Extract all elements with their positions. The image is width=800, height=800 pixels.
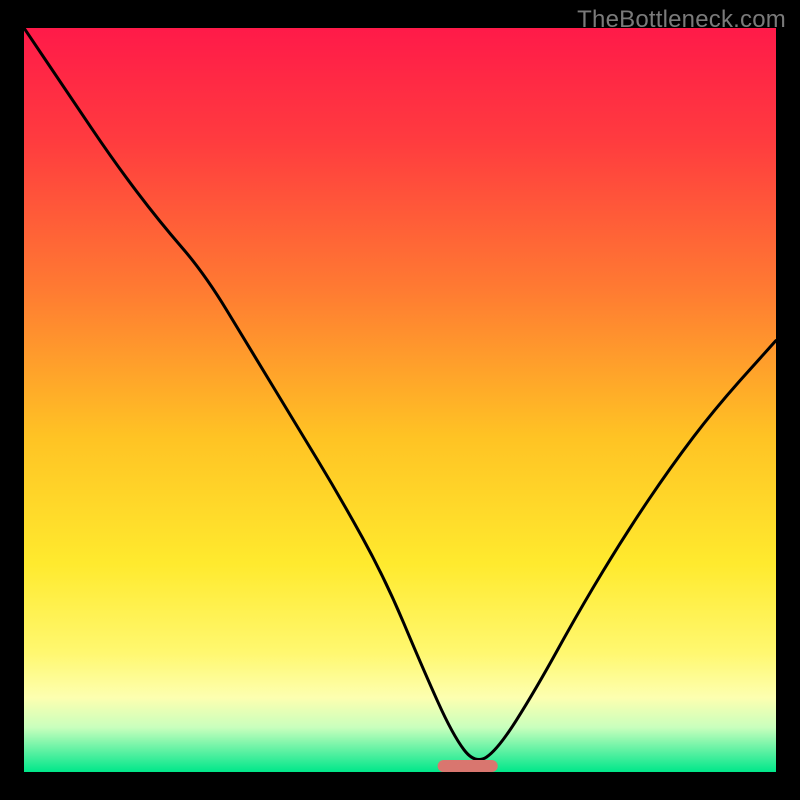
chart-svg xyxy=(24,28,776,772)
optimal-range-marker xyxy=(438,760,498,772)
watermark-text: TheBottleneck.com xyxy=(577,6,786,34)
chart-frame: TheBottleneck.com xyxy=(0,0,800,800)
chart-plot-area xyxy=(24,28,776,772)
chart-background xyxy=(24,28,776,772)
